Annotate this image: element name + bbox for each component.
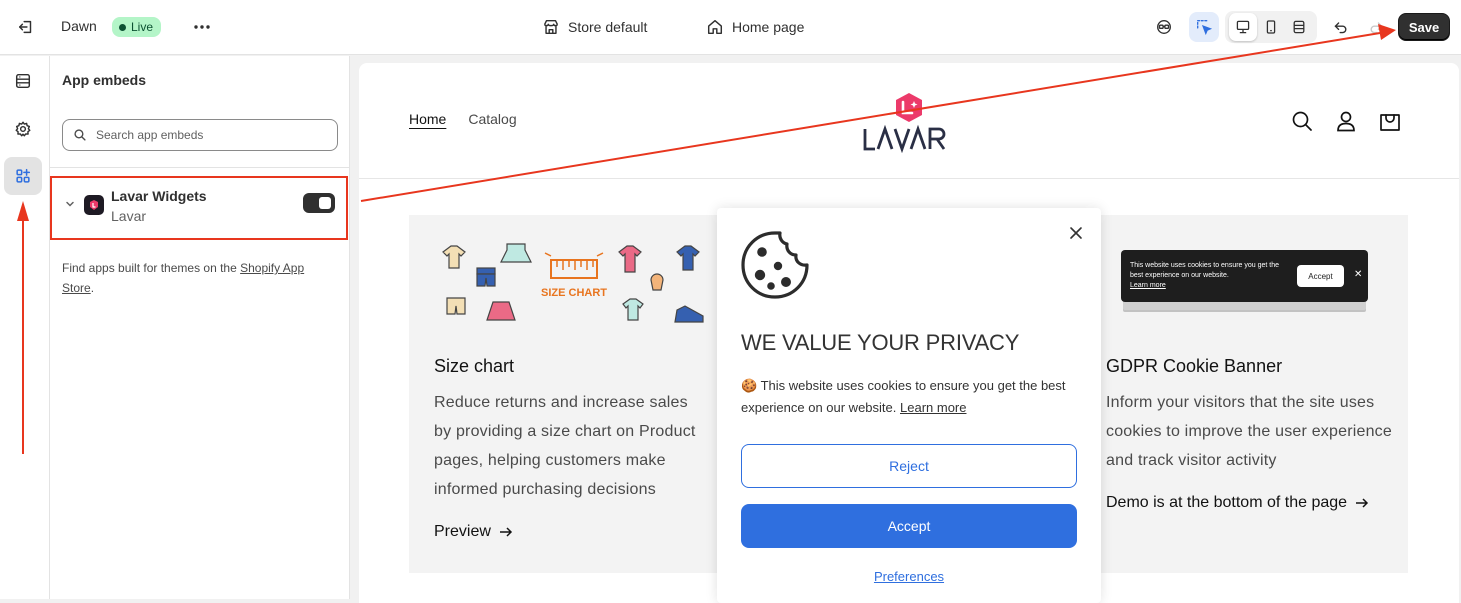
fullwidth-icon — [1293, 20, 1305, 34]
mini-cookie-banner-illustration: This website uses cookies to ensure you … — [1121, 250, 1368, 302]
live-status-badge: Live — [112, 17, 162, 37]
mini-banner-learn-more: Learn more — [1130, 282, 1166, 289]
account-button[interactable] — [1335, 110, 1357, 132]
theme-name: Dawn — [61, 18, 97, 34]
size-chart-title: Size chart — [434, 356, 515, 376]
demo-link-label: Demo is at the bottom of the page — [1106, 494, 1348, 511]
redo-icon — [1370, 22, 1383, 34]
redo-button[interactable] — [1361, 12, 1391, 42]
settings-gear-icon — [15, 121, 31, 137]
cookie-message: 🍪 This website uses cookies to ensure yo… — [741, 378, 1066, 415]
editor-topbar: Dawn Live Store default Home page Save — [0, 0, 1461, 55]
exit-icon — [18, 20, 32, 34]
search-app-embeds-field[interactable] — [62, 119, 338, 151]
home-page-label: Home page — [732, 19, 805, 35]
preview-link-label: Preview — [434, 523, 491, 540]
arrow-right-icon — [1356, 498, 1369, 508]
store-default-label: Store default — [568, 19, 648, 35]
cart-icon — [1380, 114, 1400, 131]
app-embed-row-lavar-widgets[interactable]: Lavar Widgets Lavar — [50, 176, 348, 240]
desktop-view-button[interactable] — [1229, 13, 1257, 41]
gdpr-demo-link[interactable]: Demo is at the bottom of the page — [1106, 494, 1369, 512]
find-apps-suffix: . — [90, 281, 95, 295]
chevron-down-icon[interactable] — [64, 198, 76, 210]
undo-icon — [1334, 22, 1347, 34]
exit-button[interactable] — [14, 15, 38, 39]
mobile-icon — [1266, 20, 1276, 34]
home-icon — [707, 19, 723, 35]
size-chart-description: Reduce returns and increase sales by pro… — [434, 394, 696, 498]
cookie-consent-popup: WE VALUE YOUR PRIVACY 🍪 This website use… — [717, 208, 1101, 603]
mobile-view-button[interactable] — [1257, 13, 1285, 41]
store-icon — [543, 19, 559, 35]
mini-banner-accept: Accept — [1297, 265, 1344, 287]
undo-button[interactable] — [1326, 12, 1356, 42]
search-input[interactable] — [96, 128, 326, 142]
mini-banner-message: This website uses cookies to ensure you … — [1130, 262, 1280, 279]
search-button[interactable] — [1291, 110, 1313, 132]
store-nav: Home Catalog — [409, 111, 517, 127]
toggle-knob — [319, 197, 331, 209]
cart-button[interactable] — [1379, 110, 1401, 132]
find-apps-text: Find apps built for themes on the Shopif… — [62, 258, 338, 298]
embed-name: Lavar Widgets — [111, 188, 207, 204]
cookie-heading: WE VALUE YOUR PRIVACY — [741, 330, 1020, 355]
panel-divider — [50, 167, 350, 168]
header-divider — [359, 178, 1459, 179]
cookie-learn-more-link[interactable]: Learn more — [900, 400, 966, 415]
accept-button[interactable]: Accept — [741, 504, 1077, 548]
select-icon — [1197, 20, 1213, 36]
apps-icon — [16, 168, 31, 183]
close-icon[interactable] — [1069, 226, 1083, 240]
embed-enabled-toggle[interactable] — [303, 193, 335, 213]
gdpr-description: Inform your visitors that the site uses … — [1106, 394, 1392, 469]
cookie-icon — [741, 231, 809, 299]
more-icon — [194, 25, 210, 29]
size-chart-image-label: SIZE CHART — [541, 287, 607, 299]
nav-catalog-link[interactable]: Catalog — [468, 111, 516, 127]
live-dot-icon — [119, 23, 126, 31]
lavar-app-icon — [84, 195, 104, 215]
select-element-button[interactable] — [1189, 12, 1219, 42]
app-embeds-panel: App embeds Lavar Widgets Lavar Find apps… — [50, 56, 350, 599]
size-chart-card: SIZE CHART Size chart Reduce returns and… — [409, 215, 719, 573]
store-default-selector[interactable]: Store default — [542, 18, 647, 36]
mini-banner-text: This website uses cookies to ensure you … — [1130, 261, 1290, 291]
mini-banner-close: ✕ — [1354, 269, 1363, 280]
sections-tab[interactable] — [4, 62, 42, 100]
app-embeds-tab[interactable] — [4, 157, 42, 195]
desktop-icon — [1236, 20, 1250, 34]
find-apps-prefix: Find apps built for themes on the — [62, 261, 241, 275]
preferences-link[interactable]: Preferences — [717, 569, 1101, 584]
fullwidth-view-button[interactable] — [1285, 13, 1313, 41]
more-actions-button[interactable] — [190, 15, 214, 39]
inspector-icon — [1157, 20, 1171, 34]
live-badge-label: Live — [131, 20, 154, 34]
sections-icon — [15, 73, 31, 89]
inspector-button[interactable] — [1149, 12, 1179, 42]
reject-button[interactable]: Reject — [741, 444, 1077, 488]
account-icon — [1337, 111, 1355, 132]
arrow-right-icon — [499, 527, 512, 537]
search-icon — [1292, 111, 1312, 131]
theme-settings-tab[interactable] — [4, 110, 42, 148]
gdpr-title: GDPR Cookie Banner — [1106, 356, 1283, 376]
lavar-logo[interactable] — [859, 91, 959, 153]
embed-provider: Lavar — [111, 208, 147, 224]
viewport-toggle-group — [1225, 11, 1317, 43]
nav-home-link[interactable]: Home — [409, 111, 446, 127]
page-selector[interactable]: Home page — [706, 18, 804, 36]
size-chart-illustration: SIZE CHART — [442, 243, 704, 323]
search-icon — [74, 129, 86, 141]
editor-sidebar-rail — [0, 56, 50, 599]
save-button[interactable]: Save — [1398, 13, 1450, 41]
panel-title: App embeds — [62, 72, 147, 88]
size-chart-preview-link[interactable]: Preview — [434, 523, 513, 541]
